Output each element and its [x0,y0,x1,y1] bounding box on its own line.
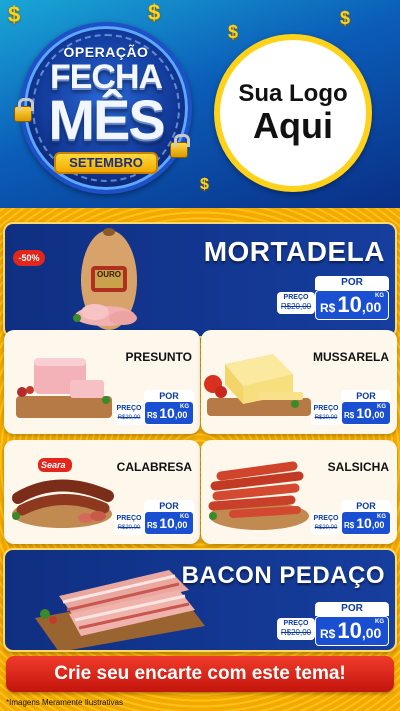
price-cents: ,00 [174,520,188,530]
price-int: 10 [159,515,175,531]
product-card-mussarela[interactable]: MUSSARELA POR PREÇO R$20,00 R$ 10 ,00 KG [201,330,397,434]
discount-badge: -50% [13,250,45,266]
old-price: PREÇO R$20,00 [311,403,341,425]
price-cents: ,00 [371,410,385,420]
currency: R$ [344,411,355,420]
price-unit: KG [377,404,386,410]
old-price-value: R$20,00 [314,525,338,531]
old-price-value: R$20,00 [280,302,312,311]
price-unit: KG [375,293,384,299]
padlock-icon [170,134,190,158]
preco-label: PREÇO [313,405,339,412]
old-price: PREÇO R$20,00 [114,403,144,425]
price-unit: KG [180,404,189,410]
product-card-presunto[interactable]: PRESUNTO POR PREÇO R$20,00 R$ 10 ,00 KG [4,330,200,434]
price-tag: POR PREÇO R$20,00 R$ 10 ,00 KG [311,500,391,536]
product-title: MORTADELA [203,236,385,267]
old-price: PREÇO R$20,00 [311,513,341,535]
badge-ribbon: SETEMBRO [54,152,158,174]
price-unit: KG [375,619,384,625]
current-price: R$ 10 ,00 KG [144,511,194,535]
preco-label: PREÇO [283,620,309,627]
price-cents: ,00 [361,299,382,315]
price-int: 10 [159,405,175,421]
current-price: R$ 10 ,00 KG [341,401,391,425]
price-cents: ,00 [174,410,188,420]
price-tag: POR PREÇO R$20,00 R$ 10 ,00 KG [277,276,389,326]
footnote: *Imagens Meramente Ilustrativas [6,698,123,707]
badge-line-3: MÊS [48,88,165,151]
price-unit: KG [180,514,189,520]
dollar-sign-icon: $ [148,0,161,25]
product-title: SALSICHA [327,460,389,474]
logo-placeholder[interactable]: Sua Logo Aqui [214,34,372,192]
presunto-image [16,358,112,418]
brand-label: Seara [41,460,66,470]
old-price: PREÇO R$20,00 [277,618,315,640]
dollar-sign-icon: $ [228,22,239,42]
logo-line-1: Sua Logo [238,80,348,107]
salsicha-image [208,461,309,530]
currency: R$ [344,521,355,530]
current-price: R$ 10 ,00 KG [315,616,389,646]
campaign-badge: OPERAÇÃO FECHA MÊS SETEMBRO [14,22,192,194]
price-tag: POR PREÇO R$20,00 R$ 10 ,00 KG [114,390,194,426]
current-price: R$ 10 ,00 KG [315,290,389,320]
preco-label: PREÇO [116,515,142,522]
price-tag: POR PREÇO R$20,00 R$ 10 ,00 KG [114,500,194,536]
price-cents: ,00 [371,520,385,530]
dollar-sign-icon: $ [340,8,351,28]
mussarela-image [204,354,311,416]
price-int: 10 [337,292,362,317]
logo-line-2: Aqui [253,105,333,146]
product-card-calabresa[interactable]: Seara CALABRESA POR PREÇO R$20,00 R$ 10 … [4,440,200,544]
old-price-value: R$20,00 [314,415,338,421]
product-card-salsicha[interactable]: SALSICHA POR PREÇO R$20,00 R$ 10 ,00 KG [201,440,397,544]
hero-banner: $ $ $ $ $ OPERAÇÃO FECHA MÊS SETEMBRO Su… [0,0,400,208]
price-tag: POR PREÇO R$20,00 R$ 10 ,00 KG [311,390,391,426]
product-title: CALABRESA [116,460,192,474]
price-cents: ,00 [361,625,382,641]
price-int: 10 [356,515,372,531]
price-int: 10 [337,618,362,643]
mortadela-image [73,228,137,330]
old-price-value: R$20,00 [280,628,312,637]
preco-label: PREÇO [283,294,309,301]
product-card-mortadela[interactable]: -50% OURO MORTADELA POR PREÇO R$20,00 R$… [3,222,397,338]
product-title: MUSSARELA [312,350,389,364]
old-price-value: R$20,00 [117,525,141,531]
old-price: PREÇO R$20,00 [277,292,315,314]
por-label: POR [315,276,389,290]
price-unit: KG [377,514,386,520]
price-int: 10 [356,405,372,421]
dollar-sign-icon: $ [200,176,209,193]
old-price-value: R$20,00 [117,415,141,421]
brand-label: OURO [97,270,121,279]
currency: R$ [147,521,158,530]
currency: R$ [147,411,158,420]
currency: R$ [320,301,336,315]
dollar-sign-icon: $ [8,2,21,27]
preco-label: PREÇO [116,405,142,412]
old-price: PREÇO R$20,00 [114,513,144,535]
padlock-icon [14,98,34,122]
por-label: POR [315,602,389,616]
product-card-bacon[interactable]: BACON PEDAÇO POR PREÇO R$20,00 R$ 10 ,00… [3,548,397,652]
price-tag: POR PREÇO R$20,00 R$ 10 ,00 KG [277,602,389,650]
product-title: BACON PEDAÇO [181,562,385,589]
current-price: R$ 10 ,00 KG [144,401,194,425]
product-title: PRESUNTO [125,350,192,364]
preco-label: PREÇO [313,515,339,522]
cta-button[interactable]: Crie seu encarte com este tema! [6,656,394,692]
currency: R$ [320,627,336,641]
current-price: R$ 10 ,00 KG [341,511,391,535]
